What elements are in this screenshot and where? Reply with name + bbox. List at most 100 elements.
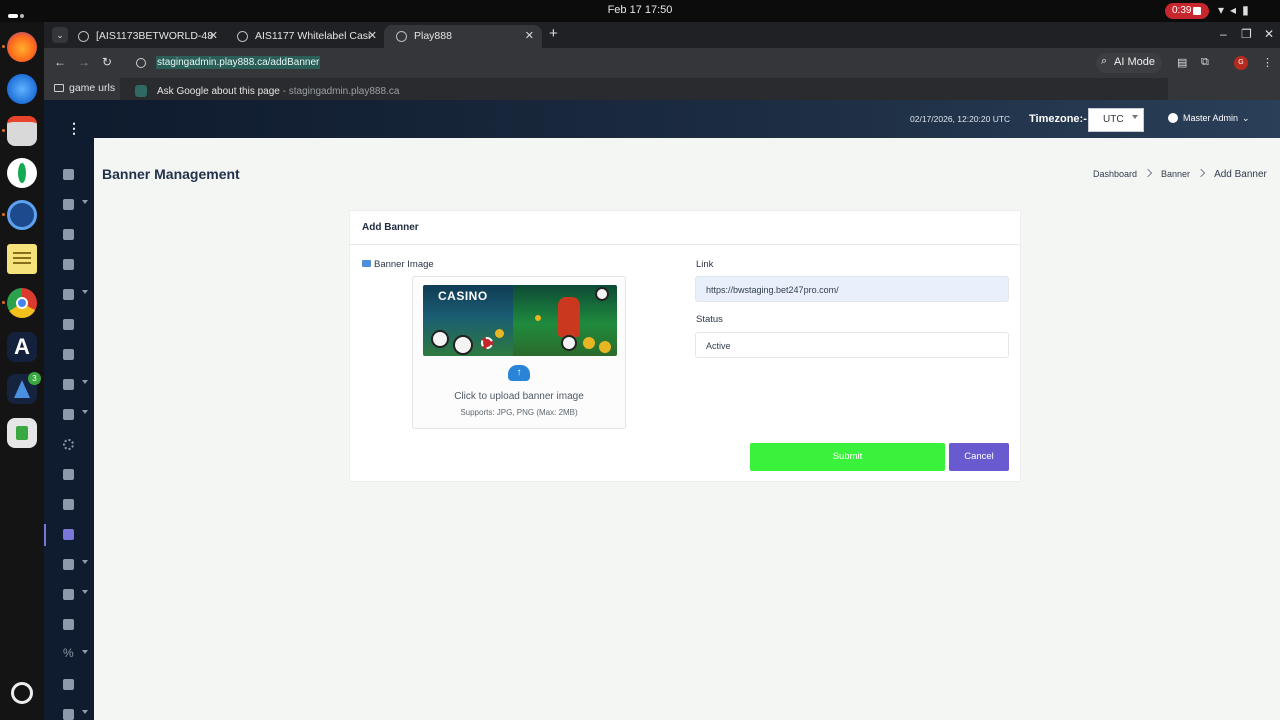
sidebar-item-profile[interactable]	[44, 345, 94, 367]
sidebar-item-logs[interactable]	[44, 705, 94, 720]
sidebar-item-plugins[interactable]	[44, 405, 94, 427]
browser-tab-bar: ⌄ [AIS1173BETWORLD-48 ✕ AIS1177 Whitelabe…	[44, 22, 1280, 48]
banner-preview-text: CASINO	[438, 289, 488, 303]
ai-mode-button[interactable]: ⌕ AI Mode	[1096, 53, 1162, 73]
breadcrumb-current: Add Banner	[1214, 169, 1267, 180]
sidebar-item-bonus[interactable]	[44, 465, 94, 487]
sidebar-item-commission[interactable]: %	[44, 645, 94, 667]
maximize-icon[interactable]: ❐	[1241, 27, 1252, 41]
status-label: Status	[696, 314, 723, 325]
menu-icon[interactable]: ⋮	[1262, 56, 1274, 69]
sidebar-item-banner[interactable]	[44, 525, 94, 547]
chevron-down-icon	[1132, 115, 1138, 119]
timezone-select[interactable]: UTC	[1088, 108, 1144, 132]
url-text[interactable]: stagingadmin.play888.ca/addBanner	[156, 56, 321, 69]
sidebar-item-bank[interactable]	[44, 615, 94, 637]
firefox-icon[interactable]	[7, 32, 37, 62]
minimize-icon[interactable]: –	[1220, 27, 1227, 41]
thunderbird-icon[interactable]	[7, 74, 37, 104]
notification-badge: 3	[28, 372, 41, 385]
reading-mode-icon[interactable]: ▤	[1177, 56, 1189, 69]
close-tab-icon[interactable]: ✕	[209, 29, 218, 42]
spinner-icon	[63, 439, 74, 450]
chevron-down-icon: ⌄	[1242, 113, 1250, 123]
more-icon[interactable]: ⋮	[67, 120, 81, 137]
google-lens-icon	[135, 85, 147, 97]
tab-play888[interactable]: Play888 ✕	[384, 25, 542, 48]
gamepad-icon	[63, 379, 74, 390]
sidebar-item-list[interactable]	[44, 315, 94, 337]
sidebar-item-spin[interactable]	[44, 435, 94, 457]
megaphone-icon	[63, 559, 74, 570]
app-grid-icon[interactable]	[11, 682, 33, 704]
close-tab-icon[interactable]: ✕	[368, 29, 377, 42]
user-menu[interactable]: Master Admin ⌄	[1168, 113, 1250, 124]
system-tray[interactable]: ▾◂▮	[1218, 3, 1255, 17]
back-icon[interactable]: ←	[54, 55, 66, 69]
recording-time: 0:39	[1172, 5, 1192, 16]
close-window-icon[interactable]: ✕	[1264, 27, 1274, 41]
text-editor-icon[interactable]	[7, 244, 37, 274]
address-bar[interactable]: stagingadmin.play888.ca/addBanner	[126, 50, 1166, 76]
user-icon	[63, 199, 74, 210]
sidebar-item-reports[interactable]	[44, 675, 94, 697]
group-icon	[63, 259, 74, 270]
app-a-icon[interactable]: A	[7, 332, 37, 362]
status-select[interactable]: Active	[695, 332, 1009, 358]
tab-title: AIS1177 Whitelabel Casi	[255, 30, 371, 42]
screen-recording-indicator[interactable]: 0:39	[1165, 3, 1209, 19]
close-tab-icon[interactable]: ✕	[525, 29, 534, 42]
upload-instructions: Click to upload banner image	[454, 391, 584, 402]
bank-icon	[63, 619, 74, 630]
reload-icon[interactable]: ↻	[102, 55, 112, 69]
sidebar-item-archive[interactable]	[44, 585, 94, 607]
new-tab-icon[interactable]: +	[549, 25, 558, 42]
link-input[interactable]: https://bwstaging.bet247pro.com/	[695, 276, 1009, 302]
site-info-icon[interactable]	[136, 58, 146, 68]
chevron-down-icon	[82, 710, 88, 714]
tab-aIS1177[interactable]: AIS1177 Whitelabel Casi ✕	[225, 25, 385, 48]
breadcrumb-banner[interactable]: Banner	[1161, 169, 1190, 179]
extensions-icon[interactable]: ⧉	[1201, 56, 1213, 68]
bookmark-folder[interactable]: game urls	[54, 82, 115, 94]
home-icon	[63, 169, 74, 180]
banner-upload-dropzone[interactable]: CASINO ↑ Click to upload banner image Su…	[412, 276, 626, 429]
sidebar-item-mail[interactable]	[44, 285, 94, 307]
main-content: Banner Management Dashboard Banner Add Ban…	[94, 138, 1280, 720]
search-icon: ⌕	[1101, 55, 1108, 67]
breadcrumb-dashboard[interactable]: Dashboard	[1093, 169, 1137, 179]
sidebar-item-user[interactable]	[44, 195, 94, 217]
stop-icon	[1193, 7, 1201, 15]
archive-icon	[63, 589, 74, 600]
mongodb-compass-icon[interactable]	[7, 158, 37, 188]
sidebar-item-home[interactable]	[44, 165, 94, 187]
running-indicator	[2, 45, 5, 48]
sidebar-item-users[interactable]	[44, 225, 94, 247]
forward-icon[interactable]: →	[78, 55, 90, 69]
tab-aIS1173[interactable]: [AIS1173BETWORLD-48 ✕	[66, 25, 226, 48]
globe-icon	[78, 31, 89, 42]
sidebar-item-games[interactable]	[44, 375, 94, 397]
chevron-right-icon	[1143, 168, 1153, 178]
mail-icon	[63, 289, 74, 300]
system-top-bar: Feb 17 17:50 0:39 ▾◂▮	[0, 0, 1280, 30]
running-indicator	[2, 213, 5, 216]
chrome-icon[interactable]	[7, 288, 37, 318]
user-avatar-icon	[1168, 113, 1178, 123]
sidebar-item-group[interactable]	[44, 255, 94, 277]
chevron-down-icon	[82, 380, 88, 384]
sidebar-item-promotions[interactable]	[44, 555, 94, 577]
admin-sidebar: ⋮ %	[44, 100, 94, 720]
files-icon[interactable]	[7, 116, 37, 146]
system-clock[interactable]: Feb 17 17:50	[0, 4, 1280, 16]
time-tracker-icon[interactable]	[7, 200, 37, 230]
trash-icon[interactable]	[7, 418, 37, 448]
file-icon	[63, 679, 74, 690]
submit-button[interactable]: Submit	[750, 443, 945, 471]
upload-hint: Supports: JPG, PNG (Max: 2MB)	[460, 408, 578, 417]
suggestion-text: Ask Google about this page	[157, 86, 280, 97]
sidebar-item-tournament[interactable]	[44, 495, 94, 517]
timezone-label: Timezone:-	[1029, 113, 1087, 125]
cancel-button[interactable]: Cancel	[949, 443, 1009, 471]
profile-avatar[interactable]: G	[1234, 56, 1248, 70]
